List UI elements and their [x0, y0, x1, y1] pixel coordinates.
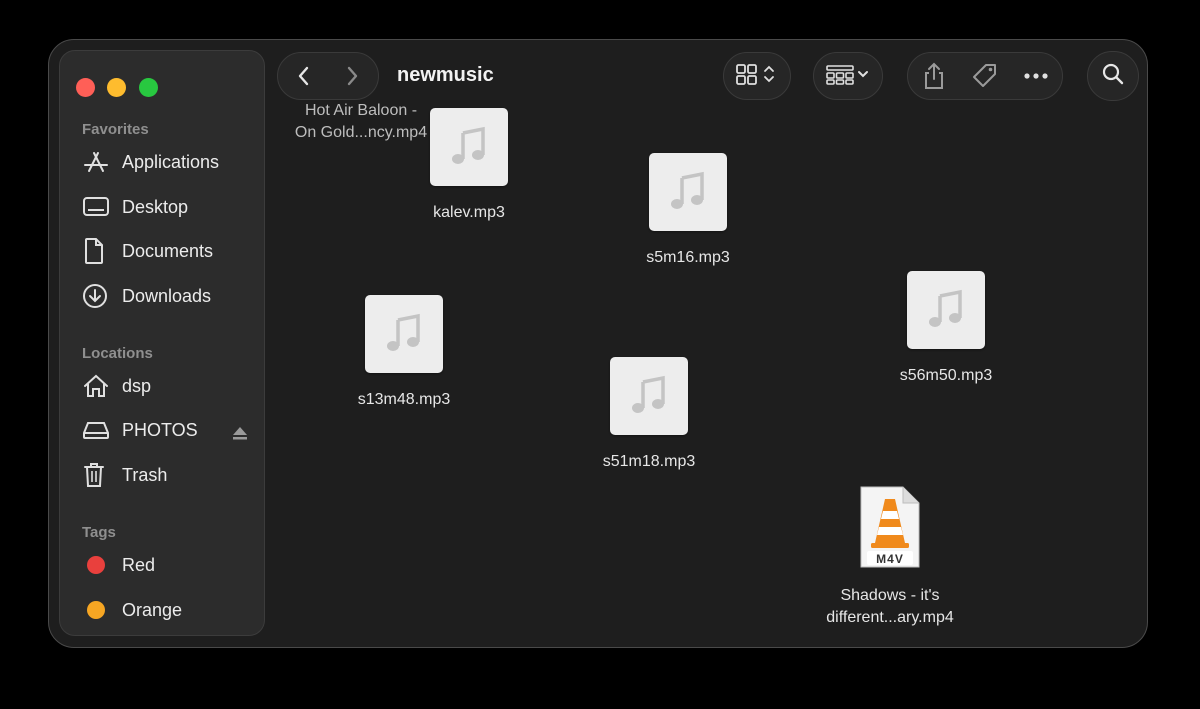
file-item[interactable]: s56m50.mp3	[861, 271, 1031, 387]
eject-icon[interactable]	[232, 424, 248, 445]
group-grid-icon	[825, 62, 871, 91]
music-file-icon	[649, 153, 727, 231]
finder-window: Favorites Applications Desktop Documents…	[48, 39, 1148, 648]
file-name: s56m50.mp3	[899, 367, 993, 384]
document-icon	[82, 237, 112, 265]
file-name: Shadows - it's different...ary.mp4	[826, 585, 953, 629]
music-file-icon	[430, 108, 508, 186]
sidebar-item-tag-orange[interactable]: Orange	[82, 594, 252, 626]
icon-grid-icon	[735, 62, 779, 91]
file-name: s5m16.mp3	[646, 249, 730, 266]
search-icon	[1101, 62, 1125, 91]
home-icon	[82, 372, 112, 400]
tags-title: Tags	[82, 524, 116, 541]
music-file-icon	[907, 271, 985, 349]
sidebar-item-label: dsp	[122, 375, 152, 396]
file-name-line1: Shadows - it's	[840, 587, 940, 604]
group-by-button[interactable]	[813, 52, 883, 100]
action-buttons	[907, 52, 1063, 100]
favorites-title: Favorites	[82, 121, 149, 138]
nav-buttons	[277, 52, 379, 100]
sidebar-item-dsp[interactable]: dsp	[82, 370, 252, 402]
sidebar-item-desktop[interactable]: Desktop	[82, 191, 252, 223]
file-name: s13m48.mp3	[357, 391, 451, 408]
sidebar-item-trash[interactable]: Trash	[82, 459, 252, 491]
music-file-icon	[365, 295, 443, 373]
sidebar-item-label: PHOTOS	[122, 419, 198, 440]
trash-icon	[82, 461, 112, 489]
file-item[interactable]: M4V Shadows - it's different...ary.mp4	[805, 485, 975, 629]
sidebar-item-label: Documents	[122, 240, 214, 261]
file-name: kalev.mp3	[433, 204, 505, 221]
tag-color-dot-icon	[82, 596, 112, 624]
view-mode-button[interactable]	[723, 52, 791, 100]
sidebar-item-documents[interactable]: Documents	[82, 235, 252, 267]
file-name-line2: different...ary.mp4	[826, 609, 954, 626]
music-file-icon	[610, 357, 688, 435]
share-button[interactable]	[912, 54, 956, 98]
vlc-video-file-icon: M4V	[857, 485, 923, 569]
search-button[interactable]	[1087, 51, 1139, 101]
desktop-icon	[82, 193, 112, 221]
file-item[interactable]: s13m48.mp3	[319, 295, 489, 411]
sidebar-item-label: Applications	[122, 151, 220, 172]
tag-button[interactable]	[963, 54, 1007, 98]
sidebar-item-label: Downloads	[122, 285, 212, 306]
zoom-button[interactable]	[139, 78, 158, 97]
more-button[interactable]	[1014, 54, 1058, 98]
sidebar-item-photos[interactable]: PHOTOS	[82, 414, 252, 446]
locations-title: Locations	[82, 345, 153, 362]
download-icon	[82, 282, 112, 310]
minimize-button[interactable]	[107, 78, 126, 97]
sidebar-item-downloads[interactable]: Downloads	[82, 280, 252, 312]
file-type-badge: M4V	[876, 552, 904, 566]
sidebar-item-tag-red[interactable]: Red	[82, 549, 252, 581]
drive-icon	[82, 416, 112, 444]
sidebar-item-applications[interactable]: Applications	[82, 146, 252, 178]
file-item[interactable]: s5m16.mp3	[603, 153, 773, 269]
file-item[interactable]: kalev.mp3	[384, 108, 554, 224]
folder-title: newmusic	[397, 64, 494, 86]
sidebar-item-label: Red	[122, 554, 156, 575]
sidebar-item-label: Trash	[122, 464, 168, 485]
tag-color-dot-icon	[82, 551, 112, 579]
sidebar: Favorites Applications Desktop Documents…	[59, 50, 265, 636]
close-button[interactable]	[76, 78, 95, 97]
file-item[interactable]: s51m18.mp3	[564, 357, 734, 473]
applications-icon	[82, 148, 112, 176]
file-name: s51m18.mp3	[602, 453, 696, 470]
back-button[interactable]	[280, 54, 328, 98]
sidebar-item-label: Desktop	[122, 196, 189, 217]
sidebar-item-label: Orange	[122, 599, 183, 620]
forward-button[interactable]	[328, 54, 376, 98]
